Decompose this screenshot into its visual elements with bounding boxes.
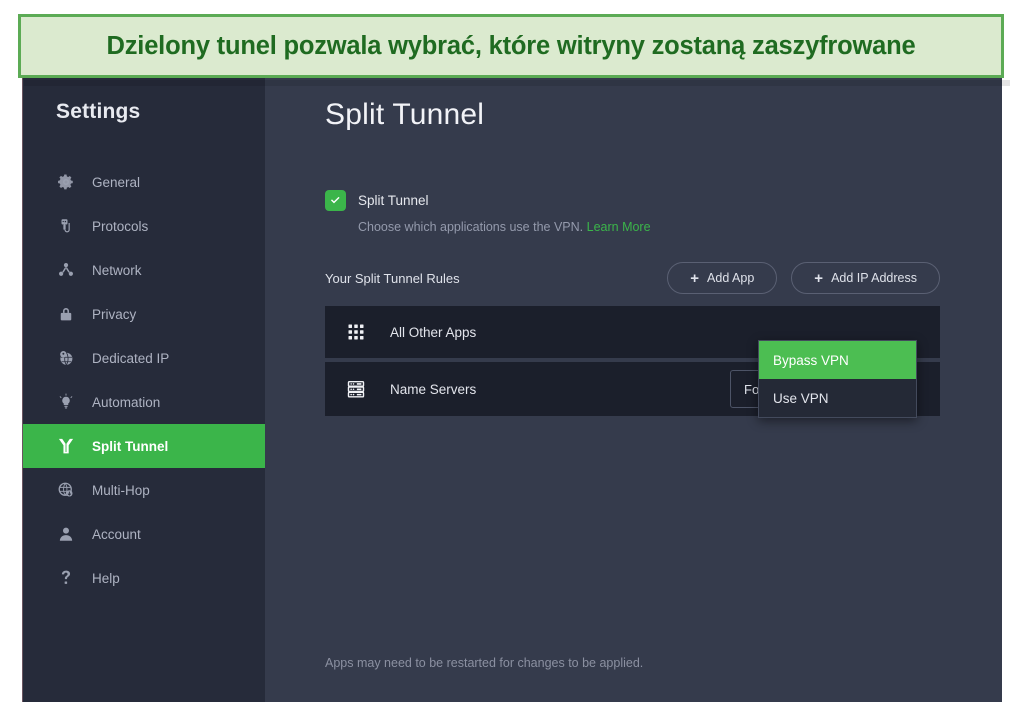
dropdown-option-use-vpn[interactable]: Use VPN xyxy=(759,379,916,417)
sidebar-item-protocols[interactable]: Protocols xyxy=(23,204,265,248)
banner-shadow xyxy=(24,80,1010,86)
rules-section-title: Your Split Tunnel Rules xyxy=(325,270,460,286)
dropdown-option-bypass-vpn[interactable]: Bypass VPN xyxy=(759,341,916,379)
screenshot-root: Dzielony tunel pozwala wybrać, które wit… xyxy=(0,0,1024,718)
question-mark-icon xyxy=(57,569,75,587)
sidebar-item-split-tunnel[interactable]: Split Tunnel xyxy=(23,424,265,468)
split-tunnel-description: Choose which applications use the VPN. L… xyxy=(358,220,940,234)
lightbulb-icon xyxy=(57,393,75,411)
sidebar-item-automation[interactable]: Automation xyxy=(23,380,265,424)
sidebar-item-label: Split Tunnel xyxy=(92,438,169,454)
vpn-app-window: Settings General Protocols Network Priva… xyxy=(22,78,1002,702)
split-tunnel-toggle-block: Split Tunnel Choose which applications u… xyxy=(325,190,940,234)
globe-pin-icon xyxy=(57,349,75,367)
server-rack-icon xyxy=(345,378,367,400)
split-tunnel-toggle-row: Split Tunnel xyxy=(325,190,940,211)
lock-icon xyxy=(57,305,75,323)
sidebar-item-general[interactable]: General xyxy=(23,160,265,204)
rules-action-buttons: + Add App + Add IP Address xyxy=(667,262,940,294)
sidebar-item-label: General xyxy=(92,174,141,190)
person-icon xyxy=(57,525,75,543)
bypass-vpn-dropdown-menu[interactable]: Bypass VPN Use VPN xyxy=(758,340,917,418)
check-icon xyxy=(330,196,340,204)
promo-banner-text: Dzielony tunel pozwala wybrać, które wit… xyxy=(106,31,916,60)
split-tunnel-icon xyxy=(57,437,75,455)
sidebar-item-label: Help xyxy=(92,570,120,586)
add-ip-address-button[interactable]: + Add IP Address xyxy=(791,262,940,294)
network-icon xyxy=(57,261,75,279)
sidebar-item-help[interactable]: Help xyxy=(23,556,265,600)
sidebar-item-multi-hop[interactable]: Multi-Hop xyxy=(23,468,265,512)
sidebar-item-label: Automation xyxy=(92,394,161,410)
add-app-button[interactable]: + Add App xyxy=(667,262,778,294)
learn-more-link[interactable]: Learn More xyxy=(587,220,651,234)
footer-note: Apps may need to be restarted for change… xyxy=(325,656,644,670)
sidebar: Settings General Protocols Network Priva… xyxy=(23,78,265,702)
multi-hop-icon xyxy=(57,481,75,499)
usb-plug-icon xyxy=(57,217,75,235)
sidebar-item-dedicated-ip[interactable]: Dedicated IP xyxy=(23,336,265,380)
sidebar-item-label: Privacy xyxy=(92,306,137,322)
rule-row-label: All Other Apps xyxy=(390,324,477,340)
sidebar-item-label: Protocols xyxy=(92,218,149,234)
sidebar-item-network[interactable]: Network xyxy=(23,248,265,292)
add-app-button-label: Add App xyxy=(707,271,755,285)
plus-icon: + xyxy=(814,269,824,287)
sidebar-item-label: Network xyxy=(92,262,142,278)
sidebar-item-label: Dedicated IP xyxy=(92,350,170,366)
gear-icon xyxy=(57,173,75,191)
split-tunnel-checkbox[interactable] xyxy=(325,190,346,211)
rules-header: Your Split Tunnel Rules + Add App + Add … xyxy=(325,262,940,294)
promo-banner: Dzielony tunel pozwala wybrać, które wit… xyxy=(18,14,1004,78)
sidebar-item-account[interactable]: Account xyxy=(23,512,265,556)
sidebar-item-label: Multi-Hop xyxy=(92,482,150,498)
rule-row-label: Name Servers xyxy=(390,381,477,397)
split-tunnel-description-text: Choose which applications use the VPN. xyxy=(358,220,584,234)
add-ip-address-button-label: Add IP Address xyxy=(831,271,917,285)
grid-dots-icon xyxy=(345,321,367,343)
sidebar-item-label: Account xyxy=(92,526,141,542)
page-title: Split Tunnel xyxy=(325,98,485,131)
plus-icon: + xyxy=(690,269,700,287)
sidebar-item-privacy[interactable]: Privacy xyxy=(23,292,265,336)
sidebar-title: Settings xyxy=(56,100,141,123)
split-tunnel-toggle-label: Split Tunnel xyxy=(358,193,429,208)
